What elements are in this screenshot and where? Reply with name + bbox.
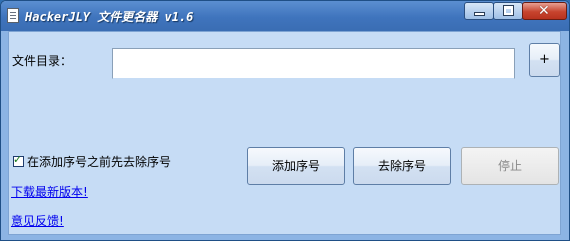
stop-button[interactable]: 停止 [461, 147, 559, 185]
minimize-button[interactable] [464, 2, 494, 20]
directory-input[interactable] [112, 48, 515, 79]
window-title: HackerJLY 文件更名器 v1.6 [25, 10, 194, 24]
minimize-icon [475, 13, 484, 15]
checkmark-icon: ✓ [13, 153, 23, 166]
remove-before-add-checkbox[interactable]: ✓ [13, 153, 24, 167]
add-number-button[interactable]: 添加序号 [247, 147, 345, 185]
remove-before-add-label: 在添加序号之前先去除序号 [27, 155, 172, 169]
remove-before-add-option[interactable]: ✓ 在添加序号之前先去除序号 [13, 153, 171, 170]
close-icon: ✕ [538, 3, 550, 19]
remove-number-button[interactable]: 去除序号 [353, 147, 451, 185]
title-bar[interactable]: HackerJLY 文件更名器 v1.6 ✕ [1, 1, 569, 31]
app-window: HackerJLY 文件更名器 v1.6 ✕ 文件目录： + ✓ 在添加序号之前… [0, 0, 570, 241]
maximize-button[interactable] [493, 2, 523, 20]
maximize-icon [504, 6, 513, 15]
document-icon [7, 8, 19, 23]
browse-directory-button[interactable]: + [529, 43, 560, 77]
directory-label: 文件目录： [12, 54, 73, 68]
feedback-link[interactable]: 意见反馈! [11, 212, 64, 229]
window-bottom-border [1, 235, 569, 240]
close-button[interactable]: ✕ [522, 2, 567, 20]
download-latest-link[interactable]: 下载最新版本! [11, 183, 88, 200]
